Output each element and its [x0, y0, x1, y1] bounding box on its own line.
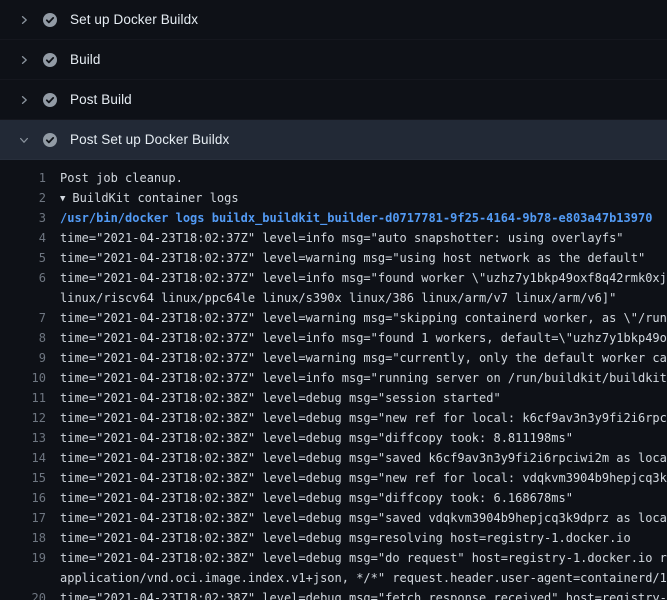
- log-text: time="2021-04-23T18:02:38Z" level=debug …: [46, 388, 667, 408]
- log-line[interactable]: 20time="2021-04-23T18:02:38Z" level=debu…: [0, 588, 667, 600]
- step-row[interactable]: Post Build: [0, 80, 667, 120]
- line-number[interactable]: 1: [0, 168, 46, 188]
- line-number[interactable]: 20: [0, 588, 46, 600]
- log-line[interactable]: 8time="2021-04-23T18:02:37Z" level=info …: [0, 328, 667, 348]
- group-title[interactable]: BuildKit container logs: [72, 191, 238, 205]
- actions-log-viewer: Set up Docker Buildx Build Post Build Post …: [0, 0, 667, 600]
- chevron-right-icon[interactable]: [16, 92, 32, 108]
- log-command-text[interactable]: /usr/bin/docker logs buildx_buildkit_bui…: [46, 208, 667, 228]
- log-line[interactable]: 18time="2021-04-23T18:02:38Z" level=debu…: [0, 528, 667, 548]
- check-circle-icon: [42, 132, 58, 148]
- step-label: Post Set up Docker Buildx: [70, 132, 229, 147]
- chevron-right-icon[interactable]: [16, 52, 32, 68]
- log-text: time="2021-04-23T18:02:37Z" level=warnin…: [46, 348, 667, 368]
- log-line[interactable]: 12time="2021-04-23T18:02:38Z" level=debu…: [0, 408, 667, 428]
- log-text: time="2021-04-23T18:02:38Z" level=debug …: [46, 448, 667, 468]
- log-line[interactable]: 1Post job cleanup.: [0, 168, 667, 188]
- log-text: application/vnd.oci.image.index.v1+json,…: [46, 568, 667, 588]
- log-text: time="2021-04-23T18:02:38Z" level=debug …: [46, 508, 667, 528]
- chevron-down-icon[interactable]: [16, 132, 32, 148]
- line-number[interactable]: 12: [0, 408, 46, 428]
- log-text: time="2021-04-23T18:02:37Z" level=info m…: [46, 268, 667, 288]
- log-line[interactable]: 16time="2021-04-23T18:02:38Z" level=debu…: [0, 488, 667, 508]
- line-number[interactable]: 17: [0, 508, 46, 528]
- line-number[interactable]: 15: [0, 468, 46, 488]
- log-line[interactable]: 19time="2021-04-23T18:02:38Z" level=debu…: [0, 548, 667, 568]
- log-line[interactable]: linux/riscv64 linux/ppc64le linux/s390x …: [0, 288, 667, 308]
- line-number[interactable]: [0, 288, 46, 308]
- log-line[interactable]: 11time="2021-04-23T18:02:38Z" level=debu…: [0, 388, 667, 408]
- log-text: time="2021-04-23T18:02:37Z" level=warnin…: [46, 308, 667, 328]
- step-label: Post Build: [70, 92, 132, 107]
- step-label: Build: [70, 52, 101, 67]
- log-line[interactable]: 7time="2021-04-23T18:02:37Z" level=warni…: [0, 308, 667, 328]
- log-line[interactable]: 6time="2021-04-23T18:02:37Z" level=info …: [0, 268, 667, 288]
- line-number[interactable]: 13: [0, 428, 46, 448]
- log-text: time="2021-04-23T18:02:38Z" level=debug …: [46, 488, 667, 508]
- line-number[interactable]: 8: [0, 328, 46, 348]
- log-line[interactable]: 10time="2021-04-23T18:02:37Z" level=info…: [0, 368, 667, 388]
- log-text: time="2021-04-23T18:02:38Z" level=debug …: [46, 528, 667, 548]
- log-text: time="2021-04-23T18:02:37Z" level=warnin…: [46, 248, 667, 268]
- log-line[interactable]: 14time="2021-04-23T18:02:38Z" level=debu…: [0, 448, 667, 468]
- log-line[interactable]: 2 ▼ BuildKit container logs: [0, 188, 667, 208]
- log-line[interactable]: 4time="2021-04-23T18:02:37Z" level=info …: [0, 228, 667, 248]
- line-number[interactable]: 5: [0, 248, 46, 268]
- log-line[interactable]: 3/usr/bin/docker logs buildx_buildkit_bu…: [0, 208, 667, 228]
- step-row[interactable]: Set up Docker Buildx: [0, 0, 667, 40]
- log-line[interactable]: 15time="2021-04-23T18:02:38Z" level=debu…: [0, 468, 667, 488]
- log-line[interactable]: 5time="2021-04-23T18:02:37Z" level=warni…: [0, 248, 667, 268]
- log-text: time="2021-04-23T18:02:38Z" level=debug …: [46, 588, 667, 600]
- step-row[interactable]: Post Set up Docker Buildx: [0, 120, 667, 160]
- log-line[interactable]: 13time="2021-04-23T18:02:38Z" level=debu…: [0, 428, 667, 448]
- log-text: time="2021-04-23T18:02:38Z" level=debug …: [46, 428, 667, 448]
- step-label: Set up Docker Buildx: [70, 12, 198, 27]
- line-number[interactable]: 18: [0, 528, 46, 548]
- log-line[interactable]: 17time="2021-04-23T18:02:38Z" level=debu…: [0, 508, 667, 528]
- line-number[interactable]: 3: [0, 208, 46, 228]
- log-text: time="2021-04-23T18:02:37Z" level=info m…: [46, 328, 667, 348]
- check-circle-icon: [42, 12, 58, 28]
- line-number[interactable]: 2: [0, 188, 46, 208]
- line-number[interactable]: 7: [0, 308, 46, 328]
- line-number[interactable]: 4: [0, 228, 46, 248]
- log-line[interactable]: 9time="2021-04-23T18:02:37Z" level=warni…: [0, 348, 667, 368]
- line-number[interactable]: 14: [0, 448, 46, 468]
- log-text: ▼ BuildKit container logs: [46, 188, 667, 208]
- line-number[interactable]: 6: [0, 268, 46, 288]
- triangle-down-icon[interactable]: ▼: [60, 189, 65, 208]
- line-number[interactable]: 19: [0, 548, 46, 568]
- log-line[interactable]: application/vnd.oci.image.index.v1+json,…: [0, 568, 667, 588]
- line-number[interactable]: 11: [0, 388, 46, 408]
- line-number[interactable]: [0, 568, 46, 588]
- log-text: Post job cleanup.: [46, 168, 667, 188]
- log-text: time="2021-04-23T18:02:37Z" level=info m…: [46, 368, 667, 388]
- line-number[interactable]: 16: [0, 488, 46, 508]
- check-circle-icon: [42, 92, 58, 108]
- log-text: time="2021-04-23T18:02:37Z" level=info m…: [46, 228, 667, 248]
- log-area: 1Post job cleanup.2 ▼ BuildKit container l…: [0, 160, 667, 600]
- check-circle-icon: [42, 52, 58, 68]
- log-text: time="2021-04-23T18:02:38Z" level=debug …: [46, 468, 667, 488]
- step-row[interactable]: Build: [0, 40, 667, 80]
- line-number[interactable]: 9: [0, 348, 46, 368]
- line-number[interactable]: 10: [0, 368, 46, 388]
- log-text: linux/riscv64 linux/ppc64le linux/s390x …: [46, 288, 667, 308]
- log-text: time="2021-04-23T18:02:38Z" level=debug …: [46, 408, 667, 428]
- chevron-right-icon[interactable]: [16, 12, 32, 28]
- log-text: time="2021-04-23T18:02:38Z" level=debug …: [46, 548, 667, 568]
- step-list: Set up Docker Buildx Build Post Build Post …: [0, 0, 667, 160]
